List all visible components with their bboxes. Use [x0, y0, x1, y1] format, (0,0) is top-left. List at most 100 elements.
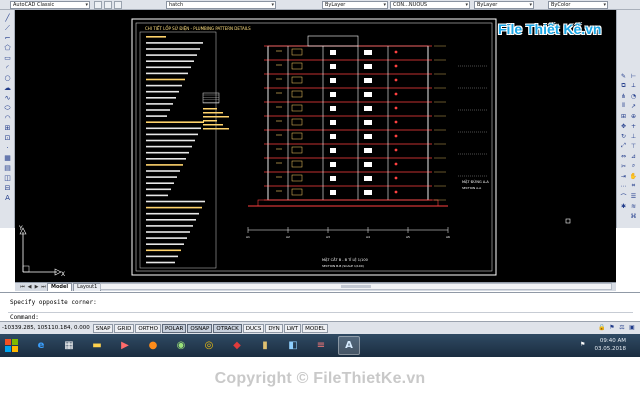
snap-toggle[interactable]: SNAP: [92, 323, 114, 333]
stretch-icon[interactable]: ⇔: [619, 152, 628, 160]
erase-icon[interactable]: ✎: [619, 72, 628, 80]
grid-toggle[interactable]: GRID: [114, 323, 135, 333]
cad-drawing[interactable]: CHI TIẾT LỐP SỬ ĐIỆN - PLUMBING PATTERN …: [15, 10, 616, 282]
first-tab-arrow-icon[interactable]: ⏮: [19, 284, 26, 291]
continue-dim-icon[interactable]: ⊤: [629, 142, 638, 150]
folder-icon[interactable]: ▬: [86, 336, 108, 355]
prev-tab-arrow-icon[interactable]: ◀: [26, 284, 33, 291]
explode-icon[interactable]: ✱: [619, 202, 628, 210]
start-button[interactable]: [0, 335, 24, 356]
toolbar-button[interactable]: [94, 1, 102, 9]
model-toggle[interactable]: MODEL: [302, 323, 329, 333]
next-tab-arrow-icon[interactable]: ▶: [33, 284, 40, 291]
leader-icon[interactable]: ↗: [629, 102, 638, 110]
zoom-icon[interactable]: ⌕: [629, 162, 638, 170]
aligned-dim-icon[interactable]: ⟂: [629, 82, 638, 90]
make-block-icon[interactable]: ⊡: [2, 134, 13, 142]
linetype-dropdown[interactable]: CON...NUOUS: [390, 1, 470, 9]
properties-icon[interactable]: ☰: [629, 192, 638, 200]
layer-icon[interactable]: ≋: [629, 202, 638, 210]
color-dropdown[interactable]: ByLayer: [322, 1, 388, 9]
osnap-toggle[interactable]: OSNAP: [187, 323, 213, 333]
lwt-toggle[interactable]: LWT: [283, 323, 302, 333]
horizontal-scrollbar[interactable]: [100, 283, 612, 290]
dim-style-icon[interactable]: ⊿: [629, 152, 638, 160]
spline-icon[interactable]: ∿: [2, 94, 13, 102]
circle-icon[interactable]: ○: [2, 74, 13, 82]
ducs-toggle[interactable]: DUCS: [242, 323, 265, 333]
workspace-dropdown[interactable]: AutoCAD Classic: [10, 1, 90, 9]
dimension-icon[interactable]: ⊢: [629, 72, 638, 80]
gradient-icon[interactable]: ▤: [2, 164, 13, 172]
match-props-icon[interactable]: ⌘: [629, 212, 638, 220]
arc-icon[interactable]: ◜: [2, 64, 13, 72]
tab-model[interactable]: Model: [47, 283, 73, 291]
ellipse-icon[interactable]: ⬭: [2, 104, 13, 112]
photo-icon[interactable]: ▮: [254, 336, 276, 355]
revision-cloud-icon[interactable]: ☁: [2, 84, 13, 92]
center-mark-icon[interactable]: +: [629, 122, 638, 130]
dyn-toggle[interactable]: DYN: [265, 323, 283, 333]
command-input[interactable]: Command:: [8, 312, 633, 321]
zoom-window-icon[interactable]: ⌗: [629, 182, 638, 190]
polygon-icon[interactable]: ⬠: [2, 44, 13, 52]
tray-flag-icon[interactable]: ⚑: [580, 341, 588, 349]
copy-icon[interactable]: ⧉: [619, 82, 628, 90]
scale-icon[interactable]: ⤢: [619, 142, 628, 150]
media-icon[interactable]: ▶: [114, 336, 136, 355]
drawing-canvas[interactable]: CHI TIẾT LỐP SỬ ĐIỆN - PLUMBING PATTERN …: [15, 10, 616, 282]
offset-icon[interactable]: ⫴: [619, 102, 628, 110]
ortho-toggle[interactable]: ORTHO: [135, 323, 161, 333]
multiline-text-icon[interactable]: A: [2, 194, 13, 202]
stack-icon[interactable]: ≡: [310, 336, 332, 355]
detail-sub-b: SECTION B-B (SCALE 1/100): [322, 264, 364, 268]
array-icon[interactable]: ⊞: [619, 112, 628, 120]
plotstyle-dropdown[interactable]: ByColor: [548, 1, 608, 9]
app-red-icon[interactable]: ◆: [226, 336, 248, 355]
cursor-coordinates[interactable]: -10339.285, 105110.184, 0.000: [2, 325, 90, 331]
lineweight-dropdown[interactable]: ByLayer: [474, 1, 534, 9]
style-dropdown[interactable]: hatch: [166, 1, 276, 9]
chrome-icon[interactable]: ◎: [198, 336, 220, 355]
comm-center-icon[interactable]: ⚑: [608, 324, 616, 332]
break-icon[interactable]: ⋯: [619, 182, 628, 190]
baseline-dim-icon[interactable]: ⊥: [629, 132, 638, 140]
rectangle-icon[interactable]: ▭: [2, 54, 13, 62]
last-tab-arrow-icon[interactable]: ⏭: [40, 284, 47, 291]
clean-screen-icon[interactable]: ▣: [628, 324, 636, 332]
tool-icon[interactable]: ◧: [282, 336, 304, 355]
rotate-icon[interactable]: ↻: [619, 132, 628, 140]
polar-toggle[interactable]: POLAR: [161, 323, 187, 333]
hatch-icon[interactable]: ▦: [2, 154, 13, 162]
trim-icon[interactable]: ✂: [619, 162, 628, 170]
extend-icon[interactable]: ⇥: [619, 172, 628, 180]
fixture-mark: [394, 64, 398, 68]
system-clock[interactable]: 09:40 AM 03.05.2018: [595, 337, 627, 353]
toolbar-button[interactable]: [104, 1, 112, 9]
insert-block-icon[interactable]: ⊞: [2, 124, 13, 132]
scrollbar-thumb[interactable]: [341, 285, 371, 288]
lock-icon[interactable]: 🔒: [598, 324, 606, 332]
otrack-toggle[interactable]: OTRACK: [213, 323, 242, 333]
mirror-icon[interactable]: ⋔: [619, 92, 628, 100]
ie-icon[interactable]: e: [30, 336, 52, 355]
app-icon[interactable]: ◉: [170, 336, 192, 355]
tab-layout1[interactable]: Layout1: [73, 283, 102, 291]
table-icon[interactable]: ⊟: [2, 184, 13, 192]
ellipse-arc-icon[interactable]: ◠: [2, 114, 13, 122]
mediaplayer-icon[interactable]: ▦: [58, 336, 80, 355]
tolerance-icon[interactable]: ⊕: [629, 112, 638, 120]
polyline-icon[interactable]: ⌐: [2, 34, 13, 42]
point-icon[interactable]: ·: [2, 144, 13, 152]
toolbar-button[interactable]: [114, 1, 122, 9]
region-icon[interactable]: ◫: [2, 174, 13, 182]
construction-line-icon[interactable]: ⟋: [2, 24, 13, 32]
line-icon[interactable]: ╱: [2, 14, 13, 22]
autocad-taskbar-icon[interactable]: A: [338, 336, 360, 355]
annotation-scale-icon[interactable]: ⚖: [618, 324, 626, 332]
pan-icon[interactable]: ✋: [629, 172, 638, 180]
firefox-icon[interactable]: ●: [142, 336, 164, 355]
move-icon[interactable]: ✥: [619, 122, 628, 130]
radius-dim-icon[interactable]: ◔: [629, 92, 638, 100]
fillet-icon[interactable]: ⌒: [619, 192, 628, 201]
